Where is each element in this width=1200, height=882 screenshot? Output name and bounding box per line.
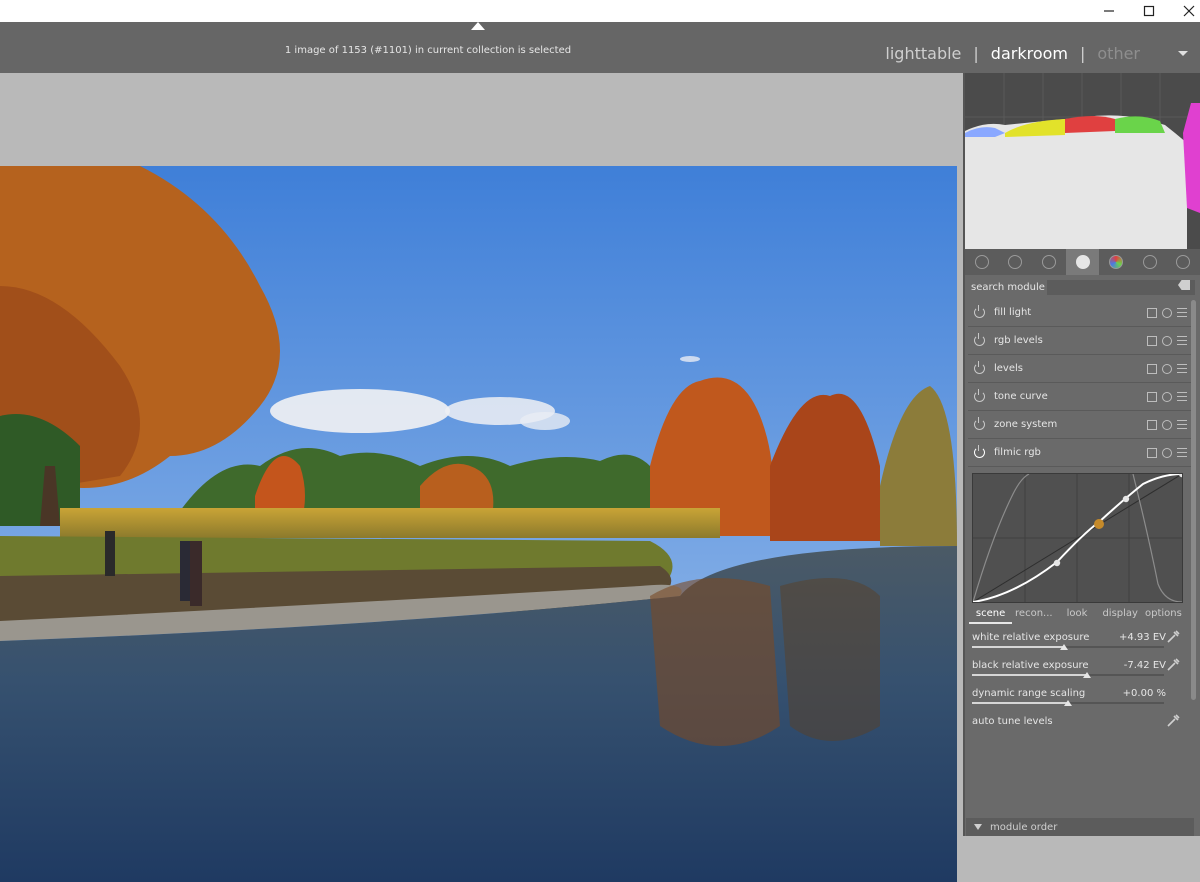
copy-icon[interactable] [1147, 419, 1157, 430]
module-list: fill light rgb levels levels tone curve … [968, 299, 1193, 467]
slider-label: black relative exposure [972, 660, 1089, 671]
view-other[interactable]: other [1097, 44, 1140, 63]
slider-value: +4.93 EV [1119, 632, 1166, 643]
auto-tune-label: auto tune levels [972, 716, 1053, 727]
view-switcher: lighttable | darkroom | other [885, 41, 1200, 65]
reset-icon[interactable] [1162, 363, 1172, 374]
module-zone-system[interactable]: zone system [968, 411, 1193, 439]
tab-scene[interactable]: scene [969, 606, 1013, 624]
slider-label: dynamic range scaling [972, 688, 1086, 699]
module-label: levels [994, 363, 1023, 374]
slider-handle[interactable] [1064, 700, 1072, 706]
window-titlebar [0, 0, 1200, 22]
module-fill-light[interactable]: fill light [968, 299, 1193, 327]
tab-reconstruct[interactable]: recon... [1012, 606, 1055, 624]
menu-icon[interactable] [1177, 391, 1187, 402]
picker-icon[interactable] [1166, 658, 1180, 672]
power-icon[interactable] [974, 333, 985, 346]
power-icon[interactable] [974, 445, 985, 458]
module-label: zone system [994, 419, 1058, 430]
favorite-icon[interactable] [999, 249, 1033, 275]
black-exposure-slider[interactable]: black relative exposure -7.42 EV [972, 658, 1184, 686]
view-separator: | [973, 43, 979, 63]
collapse-icon[interactable] [974, 824, 982, 830]
power-icon[interactable] [974, 417, 985, 430]
view-lighttable[interactable]: lighttable [885, 44, 961, 63]
module-levels[interactable]: levels [968, 355, 1193, 383]
slider-handle[interactable] [1083, 672, 1092, 678]
dynamic-range-slider[interactable]: dynamic range scaling +0.00 % [972, 688, 1184, 714]
copy-icon[interactable] [1147, 447, 1157, 458]
filmic-tabs: scene recon... look display options [969, 606, 1185, 624]
histogram[interactable] [965, 73, 1200, 249]
module-order-bar[interactable]: module order [966, 818, 1194, 836]
dropdown-icon[interactable] [1178, 50, 1188, 56]
collapse-top-panel-icon[interactable] [471, 22, 485, 30]
slider-handle[interactable] [1060, 644, 1069, 650]
module-filmic-rgb[interactable]: filmic rgb [968, 439, 1193, 467]
white-exposure-slider[interactable]: white relative exposure +4.93 EV [972, 630, 1184, 658]
module-label: fill light [994, 307, 1032, 318]
module-group-tabs [965, 249, 1200, 275]
tab-display[interactable]: display [1099, 606, 1142, 624]
reset-icon[interactable] [1162, 335, 1172, 346]
view-separator: | [1079, 43, 1086, 63]
copy-icon[interactable] [1147, 391, 1157, 402]
reset-icon[interactable] [1162, 419, 1172, 430]
reset-icon[interactable] [1162, 447, 1172, 458]
copy-icon[interactable] [1147, 335, 1157, 346]
power-icon[interactable] [974, 305, 985, 318]
module-label: filmic rgb [994, 447, 1041, 458]
minimize-icon[interactable] [1090, 0, 1128, 22]
power-icon[interactable] [965, 249, 999, 275]
auto-tune-row[interactable]: auto tune levels [972, 714, 1184, 742]
color-icon[interactable] [1099, 249, 1133, 275]
view-darkroom[interactable]: darkroom [991, 44, 1068, 63]
power-icon[interactable] [974, 361, 985, 374]
panel-scrollbar[interactable] [1191, 300, 1196, 700]
photo-preview[interactable] [0, 166, 957, 882]
menu-icon[interactable] [1177, 307, 1187, 318]
slider-value: +0.00 % [1122, 688, 1166, 699]
filmic-curve-graph[interactable] [972, 470, 1186, 603]
center-view [0, 73, 963, 882]
search-input[interactable] [1047, 279, 1195, 295]
slider-value: -7.42 EV [1123, 660, 1166, 671]
module-tone-curve[interactable]: tone curve [968, 383, 1193, 411]
circle-icon[interactable] [1032, 249, 1066, 275]
power-icon[interactable] [974, 389, 985, 402]
search-row: search module [965, 277, 1200, 297]
menu-icon[interactable] [1177, 335, 1187, 346]
reset-icon[interactable] [1162, 391, 1172, 402]
close-icon[interactable] [1170, 0, 1200, 22]
selection-status: 1 image of 1153 (#1101) in current colle… [284, 45, 572, 56]
tab-look[interactable]: look [1055, 606, 1098, 624]
slider-label: white relative exposure [972, 632, 1090, 643]
effect-icon[interactable] [1166, 249, 1200, 275]
copy-icon[interactable] [1147, 307, 1157, 318]
menu-icon[interactable] [1177, 447, 1187, 458]
menu-icon[interactable] [1177, 363, 1187, 374]
menu-icon[interactable] [1177, 419, 1187, 430]
tab-options[interactable]: options [1142, 606, 1185, 624]
module-label: rgb levels [994, 335, 1043, 346]
picker-icon[interactable] [1166, 630, 1180, 644]
module-label: tone curve [994, 391, 1048, 402]
module-order-label: module order [990, 821, 1058, 833]
correct-icon[interactable] [1133, 249, 1167, 275]
tone-icon[interactable] [1065, 249, 1100, 275]
reset-icon[interactable] [1162, 307, 1172, 318]
search-label: search module [971, 281, 1045, 293]
module-rgb-levels[interactable]: rgb levels [968, 327, 1193, 355]
maximize-icon[interactable] [1130, 0, 1168, 22]
copy-icon[interactable] [1147, 363, 1157, 374]
picker-icon[interactable] [1166, 714, 1180, 728]
